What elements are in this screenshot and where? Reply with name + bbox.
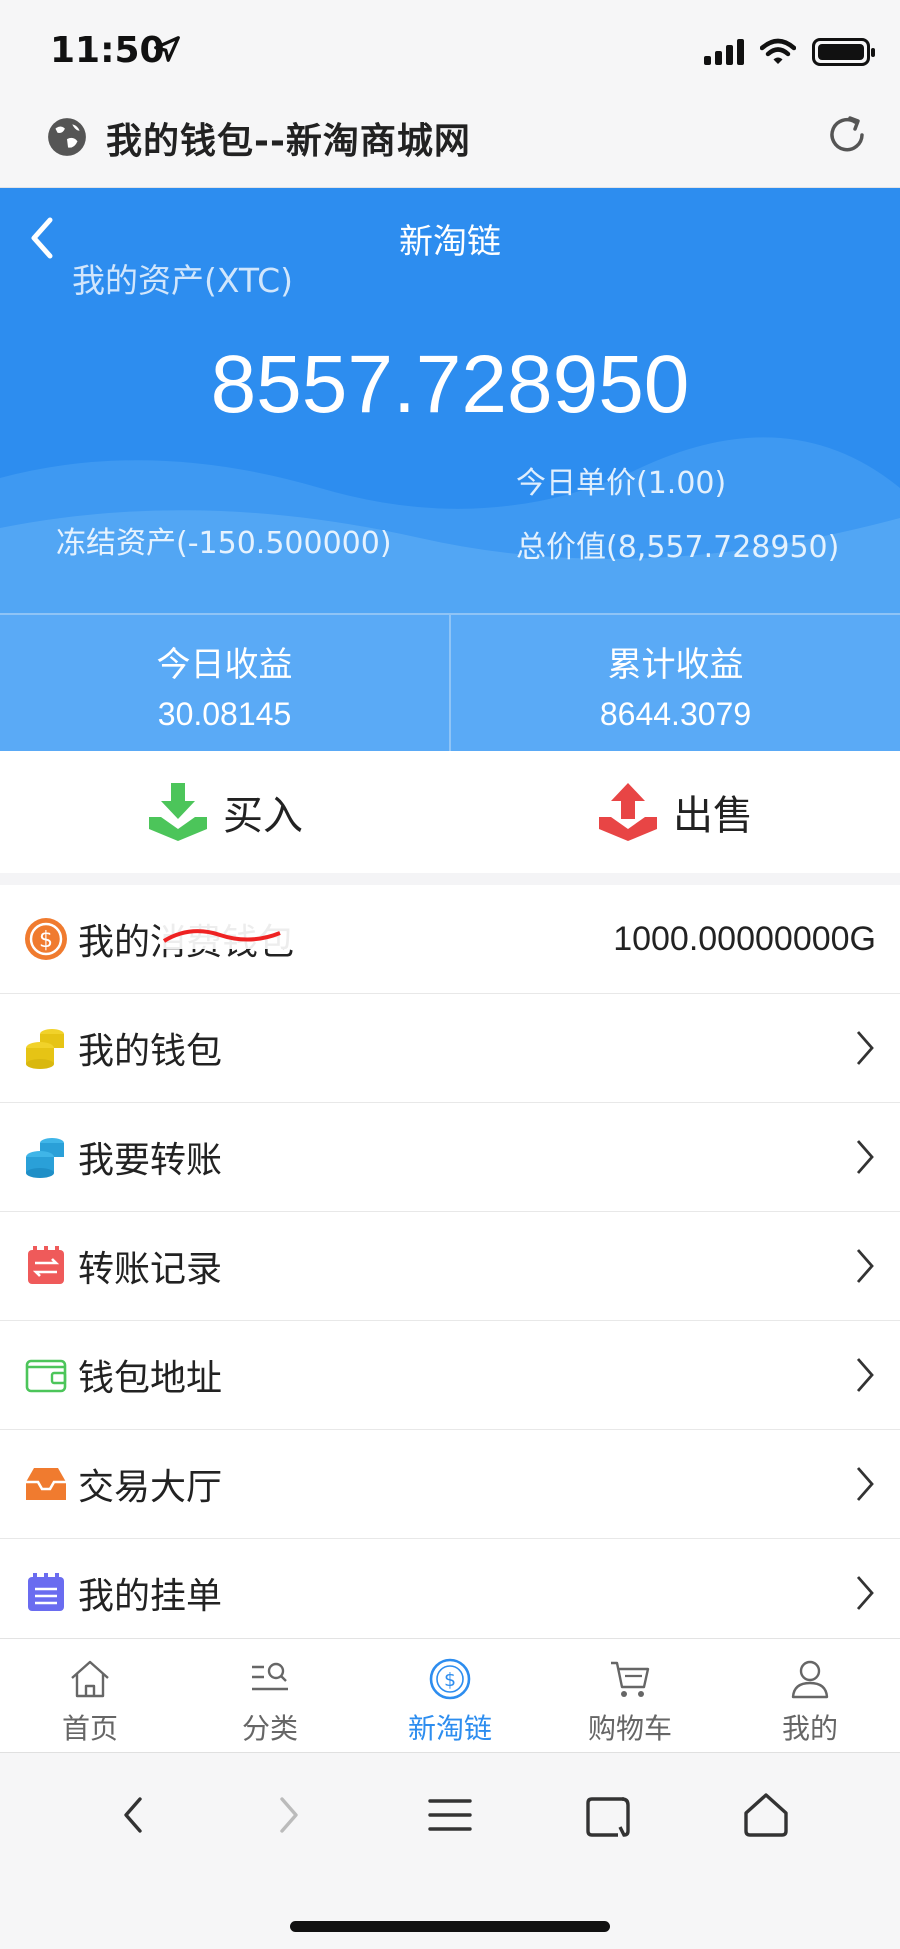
home-indicator [290, 1921, 610, 1932]
tab-label: 首页 [61, 1712, 118, 1745]
total-earnings: 累计收益 8644.3079 [449, 615, 900, 751]
list-item-my-wallet[interactable]: 我的钱包 [0, 994, 900, 1103]
browser-toolbar [0, 1752, 900, 1949]
tab-home[interactable]: 首页 [0, 1639, 180, 1752]
total-value: 总价值(8,557.728950) [516, 530, 840, 565]
svg-text:$: $ [39, 928, 53, 953]
home-icon[interactable] [736, 1785, 796, 1845]
list-item-value: 1000.00000000G [613, 919, 876, 958]
tab-xintaolian[interactable]: $ 新淘链 [360, 1639, 540, 1752]
tab-bar: 首页 分类 $ 新淘链 购物车 我的 [0, 1638, 900, 1752]
chevron-right-icon [856, 1358, 874, 1392]
redaction-scribble [162, 929, 281, 943]
trade-actions: 买入 出售 [0, 751, 900, 873]
tab-category[interactable]: 分类 [180, 1639, 360, 1752]
browser-bar: 我的钱包--新淘商城网 [0, 100, 900, 188]
frozen-assets: 冻结资产(-150.500000) [56, 526, 392, 561]
price-today: 今日单价(1.00) [516, 466, 727, 501]
dollar-coin-icon: $ [25, 918, 67, 960]
sell-button[interactable]: 出售 [450, 751, 900, 873]
tabs-icon[interactable] [578, 1785, 638, 1845]
list-item-label: 交易大厅 [78, 1467, 223, 1508]
chevron-right-icon [856, 1467, 874, 1501]
list-item-trading-hall[interactable]: 交易大厅 [0, 1430, 900, 1539]
chevron-right-icon [856, 1140, 874, 1174]
cart-icon [611, 1661, 650, 1697]
tab-cart[interactable]: 购物车 [540, 1639, 720, 1752]
list-item-label: 转账记录 [78, 1249, 223, 1290]
buy-button[interactable]: 买入 [0, 751, 450, 873]
list-item-label: 钱包地址 [78, 1358, 223, 1399]
database-icon [26, 1138, 64, 1178]
chevron-right-icon [856, 1576, 874, 1610]
globe-icon [48, 118, 86, 156]
svg-text:$: $ [444, 1669, 456, 1691]
download-icon [149, 783, 207, 841]
status-icons [704, 38, 875, 66]
stat-label: 今日收益 [156, 645, 293, 685]
list-item-label: 我的钱包 [78, 1031, 223, 1072]
today-earnings: 今日收益 30.08145 [0, 615, 449, 751]
location-arrow-icon [154, 36, 180, 62]
back-icon[interactable] [104, 1785, 164, 1845]
wallet-menu: $ 我的消费钱包 1000.00000000G 我的钱包 [0, 885, 900, 1648]
menu-icon[interactable] [420, 1785, 480, 1845]
asset-header: 新淘链 我的资产(XTC) 8557.728950 今日单价(1.00) 冻结资… [0, 188, 900, 613]
category-icon [252, 1662, 288, 1691]
tab-label: 分类 [241, 1712, 298, 1745]
earnings-stats: 今日收益 30.08145 累计收益 8644.3079 [0, 613, 900, 751]
chevron-right-icon [856, 1249, 874, 1283]
upload-icon [599, 783, 657, 841]
list-item-label: 我的挂单 [78, 1576, 223, 1617]
tab-label: 新淘链 [407, 1712, 492, 1745]
reload-icon[interactable] [824, 112, 870, 158]
list-item-wallet-address[interactable]: 钱包地址 [0, 1321, 900, 1430]
chevron-right-icon [856, 1031, 874, 1065]
stat-value: 8644.3079 [599, 696, 752, 732]
inbox-icon [26, 1468, 66, 1500]
asset-value: 8557.728950 [210, 339, 690, 430]
asset-label: 我的资产(XTC) [72, 261, 294, 300]
user-icon [791, 1660, 829, 1699]
list-item-my-orders[interactable]: 我的挂单 [0, 1539, 900, 1648]
list-item-consume-wallet[interactable]: $ 我的消费钱包 1000.00000000G [0, 885, 900, 994]
coins-stack-icon [26, 1029, 64, 1069]
forward-icon[interactable] [258, 1785, 318, 1845]
stat-label: 累计收益 [607, 645, 744, 685]
list-item-transfer[interactable]: 我要转账 [0, 1103, 900, 1212]
page: 11:50 我的钱包--新淘商城网 新淘链 我的资产(XTC) 8557.728… [0, 0, 900, 1949]
battery-icon [812, 38, 875, 66]
order-list-icon [28, 1573, 64, 1611]
stat-value: 30.08145 [157, 696, 292, 732]
status-bar: 11:50 [0, 0, 900, 100]
tab-label: 我的 [781, 1712, 838, 1745]
list-item-label: 我要转账 [78, 1140, 223, 1181]
list-item-transfer-records[interactable]: 转账记录 [0, 1212, 900, 1321]
home-icon [71, 1660, 109, 1698]
wallet-icon [25, 1359, 67, 1393]
status-time: 11:50 [50, 30, 165, 71]
wifi-icon [760, 38, 796, 64]
sell-label: 出售 [673, 793, 753, 839]
signal-icon [704, 39, 744, 65]
browser-title: 我的钱包--新淘商城网 [106, 121, 471, 162]
tab-mine[interactable]: 我的 [720, 1639, 900, 1752]
buy-label: 买入 [223, 793, 303, 839]
tab-label: 购物车 [587, 1712, 672, 1745]
transfer-record-icon [28, 1246, 64, 1284]
dollar-icon: $ [429, 1658, 471, 1700]
